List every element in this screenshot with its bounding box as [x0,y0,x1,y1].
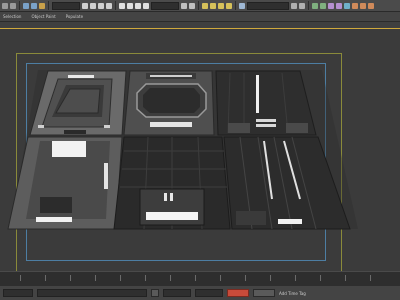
pivot-icon[interactable] [181,2,187,9]
link-icon[interactable] [23,2,29,9]
render-frame-icon[interactable] [360,2,366,9]
graphite-toggle-icon[interactable] [320,2,326,9]
status-text: Add Time Tag [279,290,306,296]
region-select-icon[interactable] [98,2,104,9]
toolbar-separator [235,1,236,10]
status-bar: Add Time Tag [0,286,400,300]
place-icon[interactable] [143,2,149,9]
reference-coordinate-dropdown[interactable] [151,1,179,10]
curve-editor-icon[interactable] [328,2,334,9]
panel-top-right[interactable] [215,70,317,136]
prompt-line [37,289,147,297]
maxscript-listener[interactable] [3,289,33,297]
tab-object-paint[interactable]: Object Paint [31,14,55,19]
emissive-strip [68,75,94,78]
emissive-strip [104,163,108,189]
set-key-button[interactable] [253,289,275,297]
spinner-snap-icon[interactable] [226,2,232,9]
render-setup-icon[interactable] [352,2,358,9]
select-icon[interactable] [82,2,88,9]
scale-icon[interactable] [135,2,141,9]
coord-y-field[interactable] [195,289,223,297]
redo-icon[interactable] [10,2,16,9]
auto-key-button[interactable] [227,289,249,297]
panel-bottom-left[interactable] [0,136,123,230]
emissive-strip [150,122,192,127]
layer-explorer-icon[interactable] [312,2,318,9]
schematic-view-icon[interactable] [336,2,342,9]
unlink-icon[interactable] [31,2,37,9]
tab-selection[interactable]: Selection [3,14,21,19]
perspective-viewport[interactable] [0,28,400,272]
toolbar-separator [115,1,116,10]
emissive-strip [278,219,302,224]
snap-icon[interactable] [202,2,208,9]
lock-selection-icon[interactable] [151,289,159,297]
window-crossing-icon[interactable] [106,2,112,9]
emissive-strip [36,217,72,222]
render-icon[interactable] [368,2,374,9]
toolbar-separator [198,1,199,10]
scene-render [0,70,358,230]
toolbar-separator [48,1,49,10]
emissive-strip [146,212,198,220]
ribbon-bar: Selection Object Paint Populate [0,12,400,22]
selection-filter-dropdown[interactable] [52,1,80,10]
material-editor-icon[interactable] [344,2,350,9]
time-slider[interactable] [0,272,400,287]
named-selection-icon[interactable] [239,2,245,9]
align-icon[interactable] [299,2,305,9]
main-toolbar [0,0,400,12]
percent-snap-icon[interactable] [218,2,224,9]
panel-bottom-center[interactable] [113,136,231,230]
undo-icon[interactable] [2,2,8,9]
move-icon[interactable] [119,2,125,9]
rotate-icon[interactable] [127,2,133,9]
bind-space-warp-icon[interactable] [39,2,45,9]
select-by-name-icon[interactable] [90,2,96,9]
toolbar-separator [19,1,20,10]
tab-populate[interactable]: Populate [66,14,83,19]
emissive-strip [256,75,259,113]
emissive-screen [52,141,86,157]
toolbar-separator [308,1,309,10]
mirror-icon[interactable] [291,2,297,9]
coord-x-field[interactable] [163,289,191,297]
panel-top-center[interactable] [123,70,215,136]
keyboard-shortcut-icon[interactable] [189,2,195,9]
angle-snap-icon[interactable] [210,2,216,9]
named-selection-sets-field[interactable] [247,1,289,10]
